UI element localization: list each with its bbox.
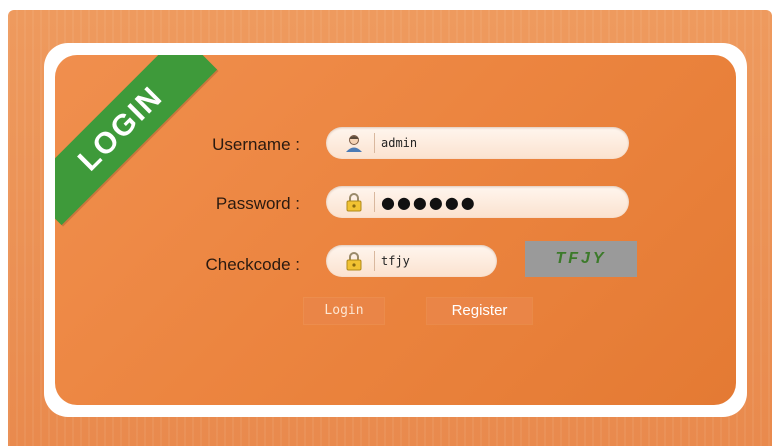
register-button[interactable]: Register	[427, 298, 532, 324]
login-card: LOGIN	[55, 55, 736, 405]
captcha-image[interactable]: TFJY	[525, 241, 637, 277]
checkcode-field[interactable]: tfjy	[326, 245, 497, 277]
login-button[interactable]: Login	[304, 298, 384, 324]
lock-icon	[338, 186, 370, 218]
field-separator	[374, 192, 375, 212]
username-value: admin	[381, 136, 418, 150]
username-field[interactable]: admin	[326, 127, 629, 159]
password-label: Password :	[215, 194, 300, 213]
user-icon	[338, 127, 370, 159]
password-value: ●●●●●●	[381, 192, 477, 212]
checkcode-value: tfjy	[381, 254, 410, 268]
checkcode-label: Checkcode :	[205, 255, 301, 274]
password-field[interactable]: ●●●●●●	[326, 186, 629, 218]
username-label: Username :	[212, 135, 300, 154]
field-separator	[374, 251, 375, 271]
field-separator	[374, 133, 375, 153]
lock-icon	[338, 245, 370, 277]
